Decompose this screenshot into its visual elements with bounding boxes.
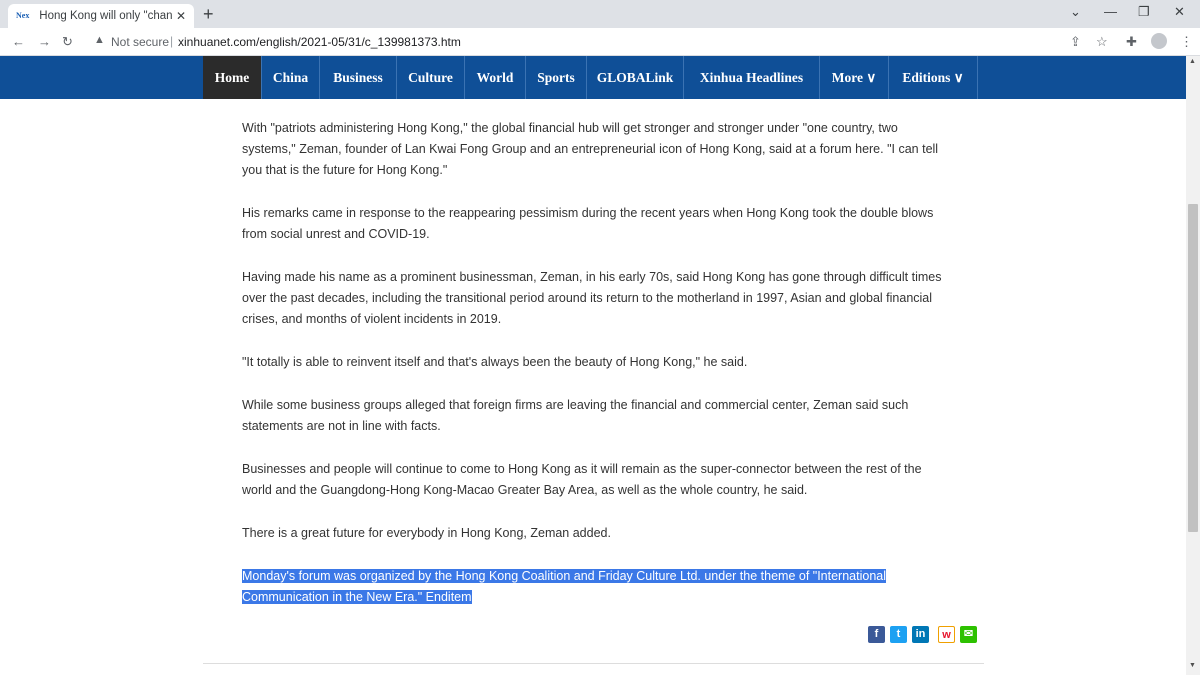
close-icon[interactable]: ✕ xyxy=(1174,4,1185,20)
menu-icon[interactable]: ⋮ xyxy=(1180,34,1193,50)
nav-sports[interactable]: Sports xyxy=(526,56,587,99)
nav-editions[interactable]: Editions ∨ xyxy=(889,56,978,99)
restore-icon[interactable]: ❐ xyxy=(1138,4,1150,20)
nav-china[interactable]: China xyxy=(262,56,320,99)
profile-icon[interactable] xyxy=(1151,33,1167,49)
article-paragraph: With "patriots administering Hong Kong,"… xyxy=(242,121,939,177)
wechat-icon[interactable]: ✉ xyxy=(960,626,977,643)
site-navigation: Home China Business Culture World Sports… xyxy=(0,56,1186,99)
selected-text-line: Communication in the New Era." Enditem xyxy=(242,590,472,604)
nav-home[interactable]: Home xyxy=(203,56,262,99)
extensions-icon[interactable]: ✚ xyxy=(1126,34,1137,50)
omnibox-separator: | xyxy=(170,34,174,48)
share-icon[interactable]: ⇪ xyxy=(1070,34,1081,50)
selected-text-line: Monday's forum was organized by the Hong… xyxy=(242,569,887,583)
nav-business[interactable]: Business xyxy=(320,56,397,99)
weibo-icon[interactable]: w xyxy=(938,626,955,643)
scroll-down-icon[interactable]: ▼ xyxy=(1189,662,1196,669)
nav-globalink[interactable]: GLOBALink xyxy=(587,56,684,99)
url-text[interactable]: xinhuanet.com/english/2021-05/31/c_13998… xyxy=(178,35,461,49)
nav-culture[interactable]: Culture xyxy=(397,56,465,99)
tab-strip: Nex Hong Kong will only "change for ✕ + … xyxy=(0,0,1200,28)
article-body: With "patriots administering Hong Kong,"… xyxy=(242,118,952,608)
warning-icon[interactable]: ▲ xyxy=(94,34,105,46)
tab-search-icon[interactable]: ⌄ xyxy=(1070,4,1081,20)
content-divider xyxy=(203,663,984,664)
nav-world[interactable]: World xyxy=(465,56,526,99)
facebook-icon[interactable]: f xyxy=(868,626,885,643)
browser-toolbar: ← → ↻ ▲ Not secure | xinhuanet.com/engli… xyxy=(0,28,1200,56)
reload-icon[interactable]: ↻ xyxy=(62,34,73,50)
selected-paragraph: Monday's forum was organized by the Hong… xyxy=(242,566,952,608)
article-paragraph: While some business groups alleged that … xyxy=(242,398,909,433)
new-tab-button[interactable]: + xyxy=(203,4,214,24)
article-paragraph: "It totally is able to reinvent itself a… xyxy=(242,355,748,369)
linkedin-icon[interactable]: in xyxy=(912,626,929,643)
twitter-icon[interactable]: t xyxy=(890,626,907,643)
forward-icon[interactable]: → xyxy=(38,34,51,49)
address-bar[interactable]: ▲ Not secure | xinhuanet.com/english/202… xyxy=(88,31,1116,53)
scroll-thumb[interactable] xyxy=(1188,204,1198,532)
scroll-up-icon[interactable]: ▲ xyxy=(1189,58,1196,65)
nav-more[interactable]: More ∨ xyxy=(820,56,889,99)
tab-close-icon[interactable]: ✕ xyxy=(176,9,186,23)
article-paragraph: His remarks came in response to the reap… xyxy=(242,206,934,241)
nav-xinhua-headlines[interactable]: Xinhua Headlines xyxy=(684,56,820,99)
star-icon[interactable]: ☆ xyxy=(1096,34,1108,50)
minimize-icon[interactable]: — xyxy=(1104,4,1117,19)
article-paragraph: Having made his name as a prominent busi… xyxy=(242,270,942,326)
page-scrollbar[interactable]: ▲ ▼ xyxy=(1186,56,1200,675)
back-icon[interactable]: ← xyxy=(12,34,25,49)
security-label[interactable]: Not secure xyxy=(111,35,169,49)
tab-title: Hong Kong will only "change for xyxy=(39,10,172,22)
xinhua-favicon-icon: Nex xyxy=(16,11,30,20)
article-paragraph: Businesses and people will continue to c… xyxy=(242,462,922,497)
article-paragraph: There is a great future for everybody in… xyxy=(242,526,611,540)
browser-tab[interactable]: Nex Hong Kong will only "change for ✕ xyxy=(8,4,194,28)
